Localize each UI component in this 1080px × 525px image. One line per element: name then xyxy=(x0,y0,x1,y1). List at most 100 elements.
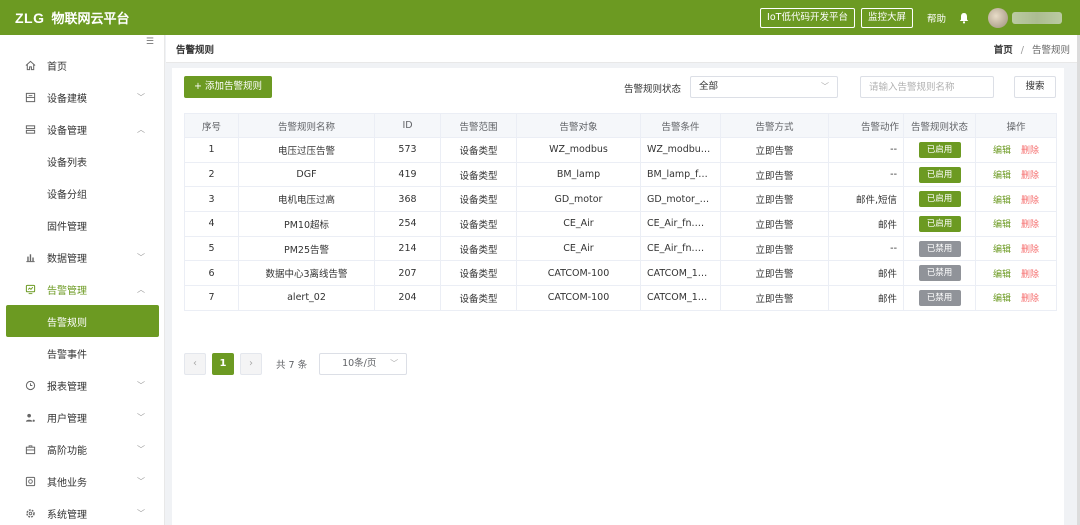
sidebar-item-system-management[interactable]: 系统管理 ﹀ xyxy=(0,497,165,525)
alarm-action: -- xyxy=(828,161,904,188)
chevron-down-icon: ﹀ xyxy=(821,82,829,91)
add-alarm-rule-button[interactable]: + 添加告警规则 xyxy=(184,76,272,98)
alarm-mode: 立即告警 xyxy=(720,186,829,213)
status-badge[interactable]: 已启用 xyxy=(918,191,961,208)
user-icon xyxy=(23,410,37,424)
sidebar-item-device-group[interactable]: 设备分组 xyxy=(0,177,165,209)
status-badge[interactable]: 已启用 xyxy=(918,215,961,232)
rule-name-search-input[interactable] xyxy=(860,76,994,98)
row-actions: 编辑 删除 xyxy=(975,186,1057,213)
help-link[interactable]: 帮助 xyxy=(927,11,946,25)
col-header: 告警规则名称 xyxy=(238,113,375,138)
breadcrumb-home[interactable]: 首页 xyxy=(994,45,1013,56)
delete-link[interactable]: 删除 xyxy=(1021,196,1039,206)
alarm-target: CATCOM-100 xyxy=(516,285,641,311)
col-header: 序号 xyxy=(184,113,239,138)
status-filter-label: 告警规则状态 xyxy=(624,84,682,95)
status-badge[interactable]: 已禁用 xyxy=(918,265,961,282)
sidebar-item-report-management[interactable]: 报表管理 ﹀ xyxy=(0,369,165,401)
sidebar-item-label: 数据管理 xyxy=(47,253,87,265)
lowcode-platform-button[interactable]: IoT低代码开发平台 xyxy=(760,7,855,28)
sidebar-item-alarm-events[interactable]: 告警事件 xyxy=(0,337,165,369)
sidebar-item-user-management[interactable]: 用户管理 ﹀ xyxy=(0,401,165,433)
bell-icon[interactable] xyxy=(956,10,972,26)
edit-link[interactable]: 编辑 xyxy=(993,196,1011,206)
col-header: ID xyxy=(374,113,441,138)
alarm-mode: 立即告警 xyxy=(720,260,829,287)
alarm-action: 邮件 xyxy=(828,285,904,311)
breadcrumb: 首页 / 告警规则 xyxy=(994,42,1070,56)
alarm-scope: 设备类型 xyxy=(440,285,517,311)
alarm-mode: 立即告警 xyxy=(720,137,829,163)
table-row: 5 PM25告警 214 设备类型 CE_Air CE_Air_fn.… 立即告警 -- 已禁用… xyxy=(184,235,1057,262)
delete-link[interactable]: 删除 xyxy=(1021,270,1039,280)
status-badge[interactable]: 已禁用 xyxy=(918,289,961,306)
row-index: 3 xyxy=(184,186,239,213)
sidebar-item-other-business[interactable]: 其他业务 ﹀ xyxy=(0,465,165,497)
sidebar-item-device-list[interactable]: 设备列表 xyxy=(0,145,165,177)
search-button[interactable]: 搜索 xyxy=(1014,76,1056,98)
logo[interactable]: ZLG 物联网云平台 xyxy=(15,8,130,28)
delete-link[interactable]: 删除 xyxy=(1021,245,1039,255)
chevron-down-icon: ﹀ xyxy=(137,252,145,262)
main-content: 告警规则 首页 / 告警规则 + 添加告警规则 告警规则状态 全部 ﹀ 搜索 xyxy=(166,35,1080,525)
top-header: ZLG 物联网云平台 IoT低代码开发平台 监控大屏 帮助 xyxy=(0,0,1080,35)
status-filter-select[interactable]: 全部 ﹀ xyxy=(690,76,838,98)
rule-status-cell: 已启用 xyxy=(903,137,976,163)
monitor-screen-button[interactable]: 监控大屏 xyxy=(860,7,913,28)
rule-name: PM25告警 xyxy=(238,235,375,262)
sidebar-item-alarm-rules[interactable]: 告警规则 xyxy=(6,305,159,337)
edit-link[interactable]: 编辑 xyxy=(993,245,1011,255)
sidebar-item-device-modeling[interactable]: 设备建模 ﹀ xyxy=(0,81,165,113)
alarm-action: -- xyxy=(828,137,904,163)
sidebar-item-home[interactable]: 首页 xyxy=(0,49,165,81)
alarm-target: BM_lamp xyxy=(516,161,641,188)
alarm-mode: 立即告警 xyxy=(720,211,829,237)
status-badge[interactable]: 已禁用 xyxy=(918,240,961,257)
sidebar-item-alarm-management[interactable]: 告警管理 ︿ xyxy=(0,273,165,305)
page-size-value: 10条/页 xyxy=(342,358,377,369)
sidebar-item-label: 设备管理 xyxy=(47,125,87,137)
avatar[interactable] xyxy=(988,7,1008,28)
page-size-select[interactable]: 10条/页 ﹀ xyxy=(319,353,408,375)
delete-link[interactable]: 删除 xyxy=(1021,220,1039,230)
delete-link[interactable]: 删除 xyxy=(1021,171,1039,181)
alarm-action: -- xyxy=(828,235,904,262)
sidebar-item-data-management[interactable]: 数据管理 ﹀ xyxy=(0,241,165,273)
chevron-up-icon: ︿ xyxy=(137,284,145,294)
edit-link[interactable]: 编辑 xyxy=(993,146,1011,156)
table-header-row: 序号 告警规则名称 ID 告警范围 告警对象 告警条件 告警方式 告警动作 告警… xyxy=(184,113,1057,138)
page-number-current[interactable]: 1 xyxy=(212,353,234,375)
col-header: 告警方式 xyxy=(720,113,829,138)
status-badge[interactable]: 已启用 xyxy=(918,141,961,158)
rule-id: 204 xyxy=(374,285,441,311)
status-badge[interactable]: 已启用 xyxy=(918,166,961,183)
row-index: 2 xyxy=(184,161,239,188)
chevron-down-icon: ﹀ xyxy=(390,359,399,368)
rule-id: 214 xyxy=(374,235,441,262)
next-page-button[interactable]: › xyxy=(240,353,262,375)
edit-link[interactable]: 编辑 xyxy=(993,171,1011,181)
sidebar-item-advanced[interactable]: 高阶功能 ﹀ xyxy=(0,433,165,465)
alarm-target: CATCOM-100 xyxy=(516,260,641,287)
edit-link[interactable]: 编辑 xyxy=(993,294,1011,304)
other-icon xyxy=(23,474,37,488)
sidebar-item-label: 设备建模 xyxy=(47,93,87,105)
edit-link[interactable]: 编辑 xyxy=(993,220,1011,230)
alarm-target: CE_Air xyxy=(516,235,641,262)
sidebar-item-device-management[interactable]: 设备管理 ︿ xyxy=(0,113,165,145)
page-title: 告警规则 xyxy=(176,44,215,56)
sidebar-item-label: 告警管理 xyxy=(47,285,87,297)
row-index: 6 xyxy=(184,260,239,287)
rule-name: 数据中心3离线告警 xyxy=(238,260,375,287)
rule-name: 电压过压告警 xyxy=(238,137,375,163)
status-filter-value: 全部 xyxy=(699,81,719,92)
sidebar-item-firmware[interactable]: 固件管理 xyxy=(0,209,165,241)
delete-link[interactable]: 删除 xyxy=(1021,294,1039,304)
row-actions: 编辑 删除 xyxy=(975,211,1057,237)
username-redacted[interactable] xyxy=(1012,11,1062,24)
menu-fold-icon[interactable]: ☰ xyxy=(146,37,154,47)
edit-link[interactable]: 编辑 xyxy=(993,270,1011,280)
prev-page-button[interactable]: ‹ xyxy=(184,353,206,375)
delete-link[interactable]: 删除 xyxy=(1021,146,1039,156)
